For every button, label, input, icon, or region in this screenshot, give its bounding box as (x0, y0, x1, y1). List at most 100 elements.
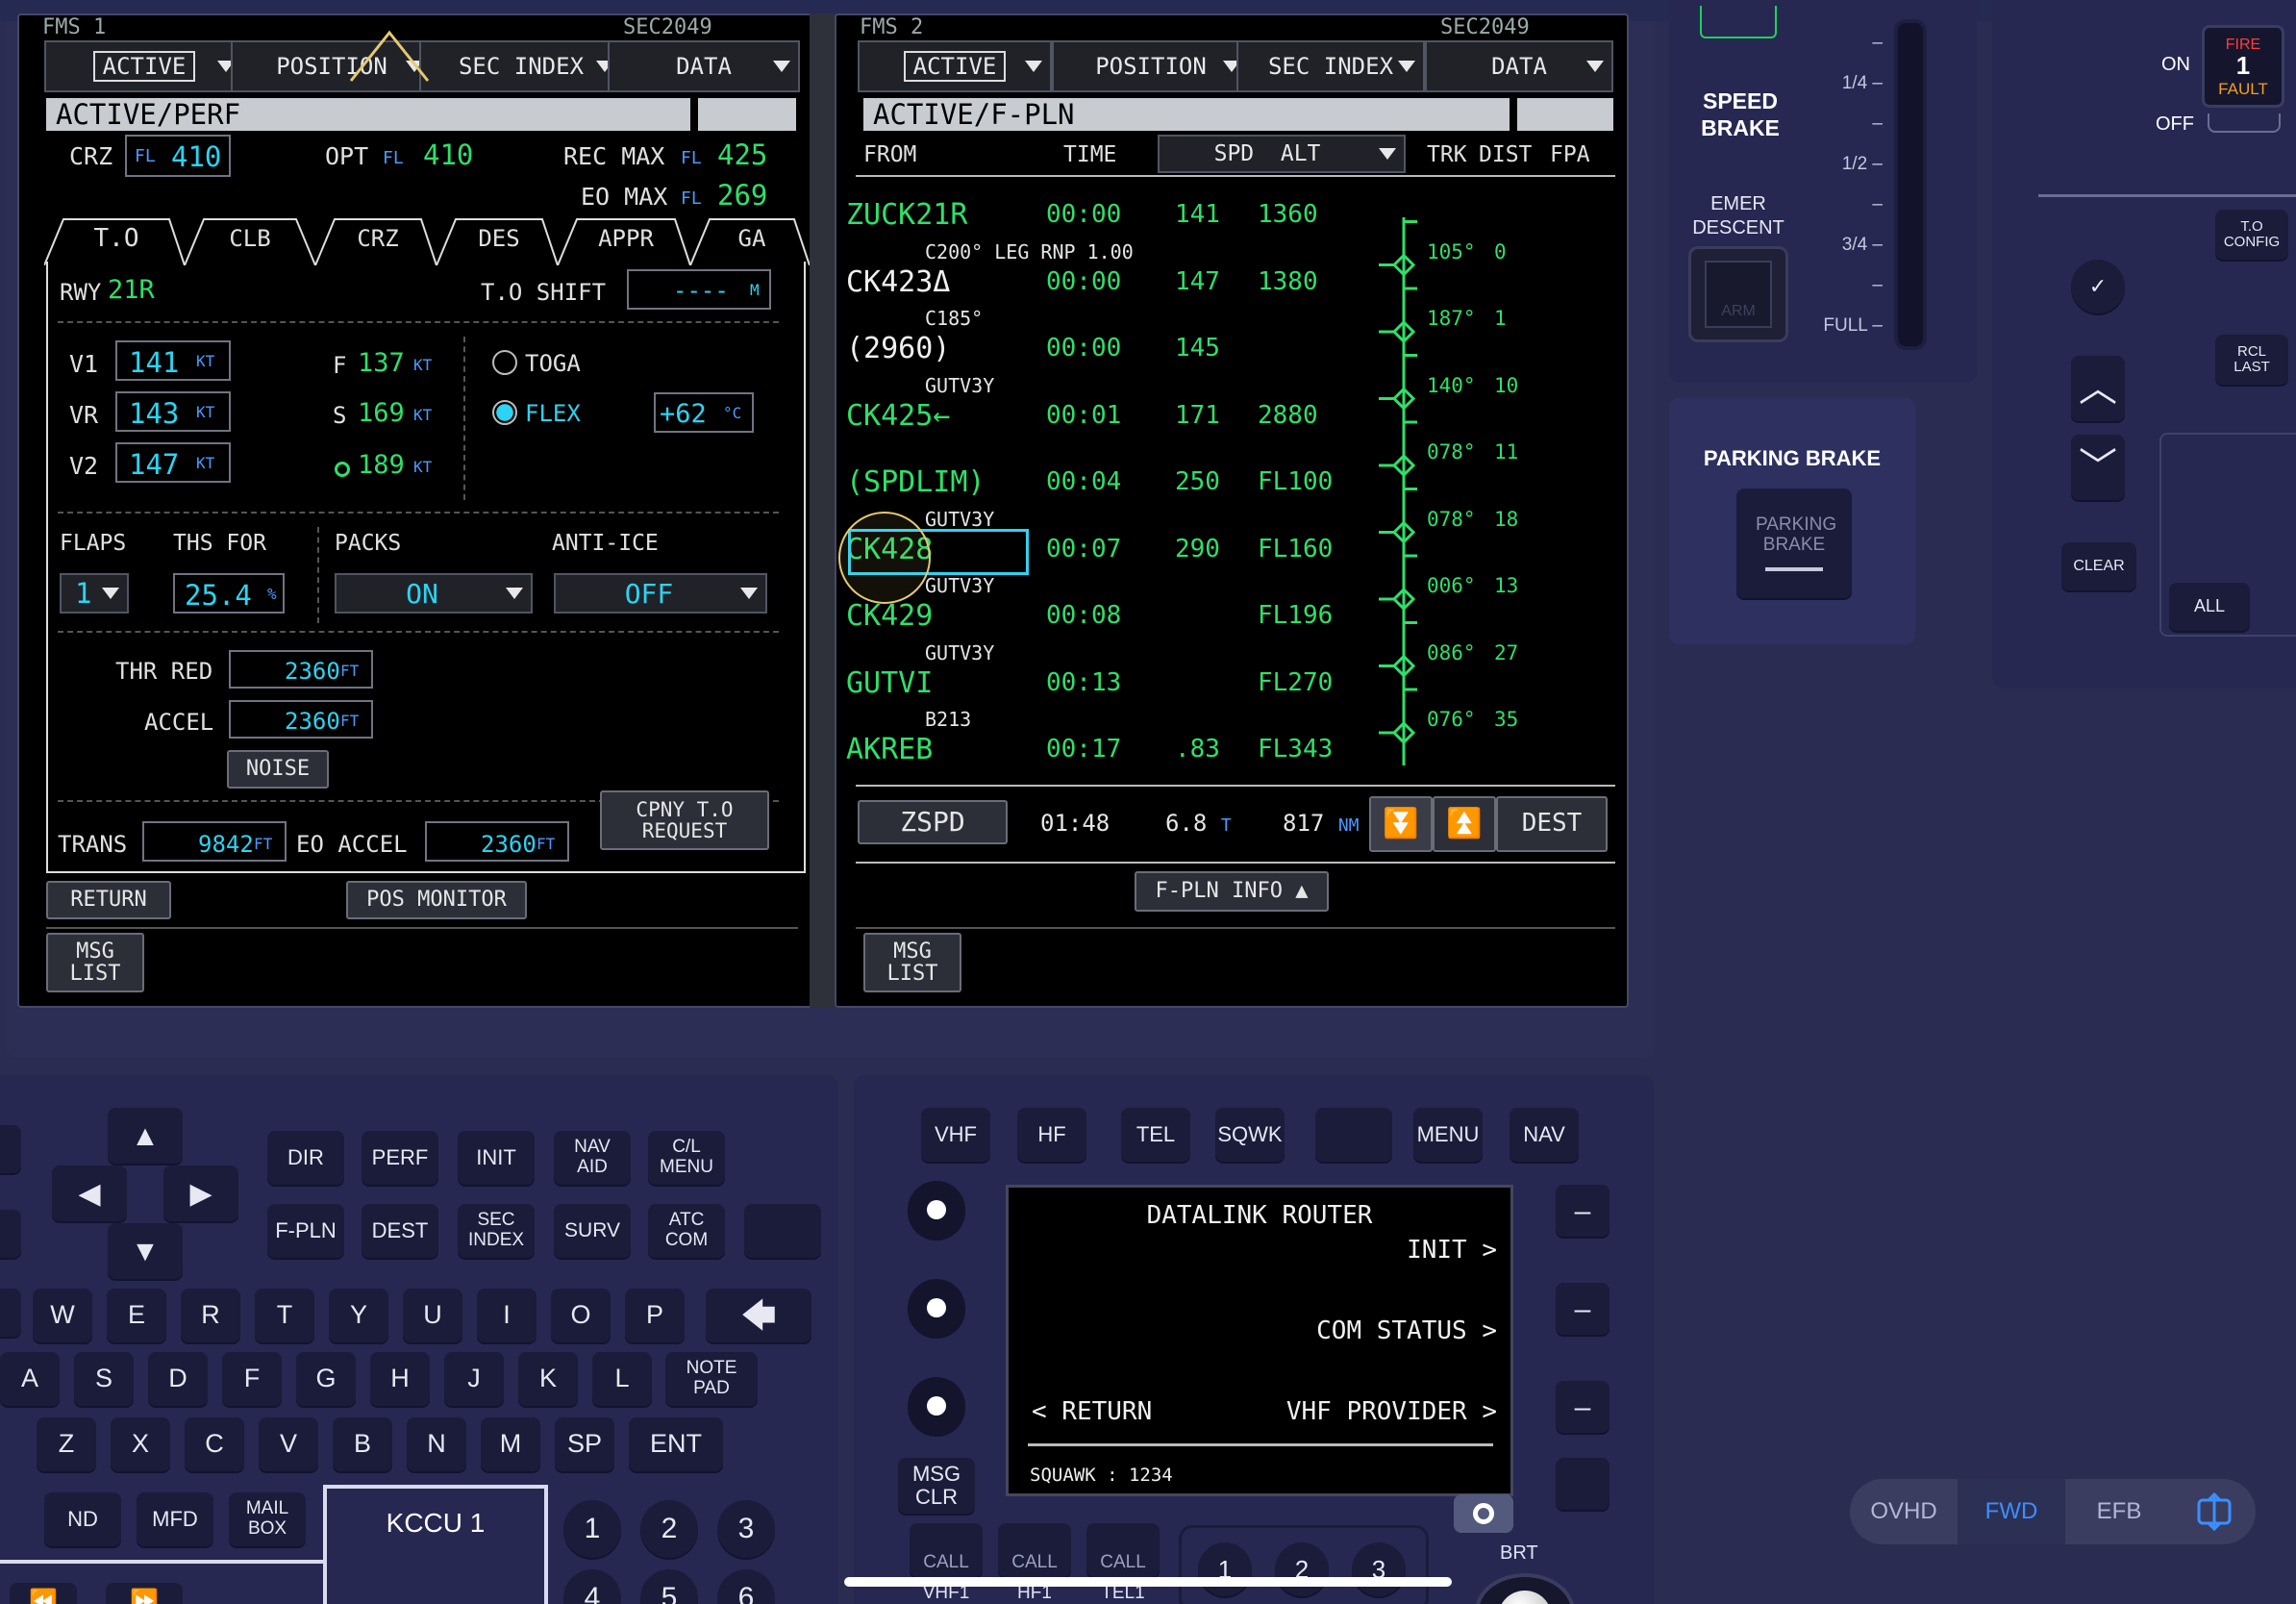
all-button[interactable]: ALL (2169, 583, 2250, 631)
rmp-btn-vhf[interactable]: VHF (921, 1108, 990, 1162)
mail-box-key[interactable]: MAIL BOX (229, 1492, 306, 1546)
home-indicator[interactable] (844, 1577, 1452, 1587)
sec-index-key[interactable]: SEC INDEX (458, 1204, 535, 1258)
key-v[interactable]: V (259, 1417, 318, 1471)
return-button[interactable]: RETURN (46, 881, 171, 919)
lsk-right-2[interactable]: – (1556, 1283, 1610, 1335)
flex-temp-field[interactable]: +62 °C (654, 392, 754, 433)
side-key[interactable] (0, 1125, 21, 1173)
key-i[interactable]: I (477, 1289, 537, 1342)
key-d[interactable]: D (148, 1352, 208, 1406)
page-up-button[interactable]: ︿ (2071, 356, 2125, 421)
anti-ice-dropdown[interactable]: OFF (554, 573, 767, 614)
key-g[interactable]: G (296, 1352, 356, 1406)
key-m[interactable]: M (481, 1417, 540, 1471)
rmp-btn-menu[interactable]: MENU (1413, 1108, 1483, 1162)
arrow-up-button[interactable]: ▲ (108, 1108, 183, 1164)
tab-data[interactable]: DATA (1425, 40, 1613, 92)
key-l[interactable]: L (592, 1352, 652, 1406)
nav-aid-key[interactable]: NAV AID (554, 1131, 631, 1185)
thr-red-field[interactable]: 2360 FT (229, 650, 373, 689)
flex-radio[interactable] (492, 400, 517, 425)
lsk-right-1[interactable]: – (1556, 1185, 1610, 1237)
dest-key[interactable]: DEST (362, 1204, 438, 1258)
key-r[interactable]: R (181, 1289, 240, 1342)
rmp-btn-tel[interactable]: TEL (1121, 1108, 1190, 1162)
arrow-left-button[interactable]: ◀ (52, 1165, 127, 1221)
key-j[interactable]: J (444, 1352, 504, 1406)
check-icon[interactable]: ✓ (2071, 260, 2125, 313)
noise-button[interactable]: NOISE (227, 750, 329, 789)
rmp-btn-sqwk[interactable]: SQWK (1215, 1108, 1285, 1162)
fpln-row[interactable]: GUTV3Y GUTVI 00:13 FL270 086° 27 (836, 641, 1627, 714)
to-shift-field[interactable]: ---- M (627, 269, 771, 310)
key-f[interactable]: F (222, 1352, 282, 1406)
key-b[interactable]: B (333, 1417, 392, 1471)
phase-tab-crz[interactable]: CRZ (335, 215, 421, 262)
side-key[interactable] (0, 1210, 21, 1258)
key-y[interactable]: Y (329, 1289, 388, 1342)
fpln-row[interactable]: C200° LEG RNP 1.00 CK423Δ 00:00 147 1380 105°… (836, 240, 1627, 313)
lsk-left-2[interactable] (908, 1279, 965, 1337)
fpln-row[interactable]: ZUCK21R 00:00 141 1360 (836, 179, 1627, 246)
atc-com-key[interactable]: ATC COM (648, 1204, 725, 1258)
phase-tab-ga[interactable]: GA (710, 215, 794, 262)
rmp-btn-nav[interactable]: NAV (1510, 1108, 1579, 1162)
fpln-row[interactable]: B213 AKREB 00:17 .83 FL343 076° 35 (836, 708, 1627, 781)
parking-brake-button[interactable]: PARKING BRAKE (1736, 489, 1852, 598)
nd-key[interactable]: ND (44, 1492, 121, 1546)
key-w[interactable]: W (33, 1289, 92, 1342)
side-key[interactable] (0, 1289, 21, 1337)
fpln-info-button[interactable]: F-PLN INFO ▲ (1135, 871, 1329, 912)
msg-list-button[interactable]: MSG LIST (46, 933, 144, 992)
crz-fl-field[interactable]: FL 410 (125, 135, 231, 177)
dest-button[interactable]: DEST (1496, 796, 1608, 852)
blank-key[interactable] (744, 1204, 821, 1258)
key-c[interactable]: C (185, 1417, 244, 1471)
clear-button[interactable]: CLEAR (2061, 542, 2136, 590)
arrow-down-button[interactable]: ▼ (108, 1223, 183, 1279)
key-z[interactable]: Z (37, 1417, 96, 1471)
engine-fire-button[interactable]: FIRE 1 FAULT (2202, 25, 2284, 108)
rewind-key[interactable]: ⏪ (10, 1583, 77, 1604)
eo-accel-field[interactable]: 2360 FT (425, 821, 569, 862)
tab-active[interactable]: ACTIVE (44, 40, 244, 92)
rmp-num-1[interactable]: 1 (1198, 1542, 1252, 1596)
mfd-key[interactable]: MFD (137, 1492, 213, 1546)
key-o[interactable]: O (551, 1289, 611, 1342)
backspace-key[interactable]: 🡄 (706, 1289, 811, 1342)
note-pad-key[interactable]: NOTE PAD (665, 1352, 758, 1406)
rmp-vhf-provider-item[interactable]: VHF PROVIDER > (1286, 1397, 1497, 1426)
scroll-down-button[interactable]: ⏬ (1369, 796, 1433, 852)
key-p[interactable]: P (625, 1289, 685, 1342)
tab-position[interactable]: POSITION (1052, 40, 1250, 92)
num-key-1[interactable]: 1 (563, 1500, 621, 1558)
fpln-row[interactable]: GUTV3Y CK429 00:08 FL196 006° 13 (836, 574, 1627, 647)
init-key[interactable]: INIT (458, 1131, 535, 1185)
dir-key[interactable]: DIR (267, 1131, 344, 1185)
phase-tab-clb[interactable]: CLB (204, 215, 296, 262)
spd-alt-dropdown[interactable]: SPD ALT (1158, 135, 1406, 173)
cpny-to-request-button[interactable]: CPNY T.O REQUEST (600, 790, 769, 850)
key-sp[interactable]: SP (555, 1417, 614, 1471)
cl-menu-key[interactable]: C/L MENU (648, 1131, 725, 1185)
scroll-up-button[interactable]: ⏫ (1433, 796, 1496, 852)
rmp-btn-hf[interactable]: HF (1017, 1108, 1086, 1162)
tab-active[interactable]: ACTIVE (858, 40, 1052, 92)
rmp-btn-blank[interactable] (1315, 1108, 1392, 1162)
phase-tab-to[interactable]: T.O (63, 215, 169, 262)
v2-field[interactable]: 147 KT (115, 442, 231, 483)
vr-field[interactable]: 143 KT (115, 391, 231, 432)
key-x[interactable]: X (111, 1417, 170, 1471)
fpln-row[interactable]: C185° (2960) 00:00 145 187° 1 (836, 307, 1627, 380)
packs-dropdown[interactable]: ON (335, 573, 533, 614)
key-ent[interactable]: ENT (629, 1417, 723, 1471)
num-key-2[interactable]: 2 (640, 1500, 698, 1558)
phase-tab-appr[interactable]: APPR (577, 215, 675, 262)
view-tab-ovhd[interactable]: OVHD (1850, 1479, 1958, 1544)
lsk-left-1[interactable] (908, 1181, 965, 1239)
key-t[interactable]: T (255, 1289, 314, 1342)
fpln-key[interactable]: F-PLN (267, 1204, 344, 1258)
rmp-num-3[interactable]: 3 (1352, 1542, 1406, 1596)
key-a[interactable]: A (0, 1352, 60, 1406)
